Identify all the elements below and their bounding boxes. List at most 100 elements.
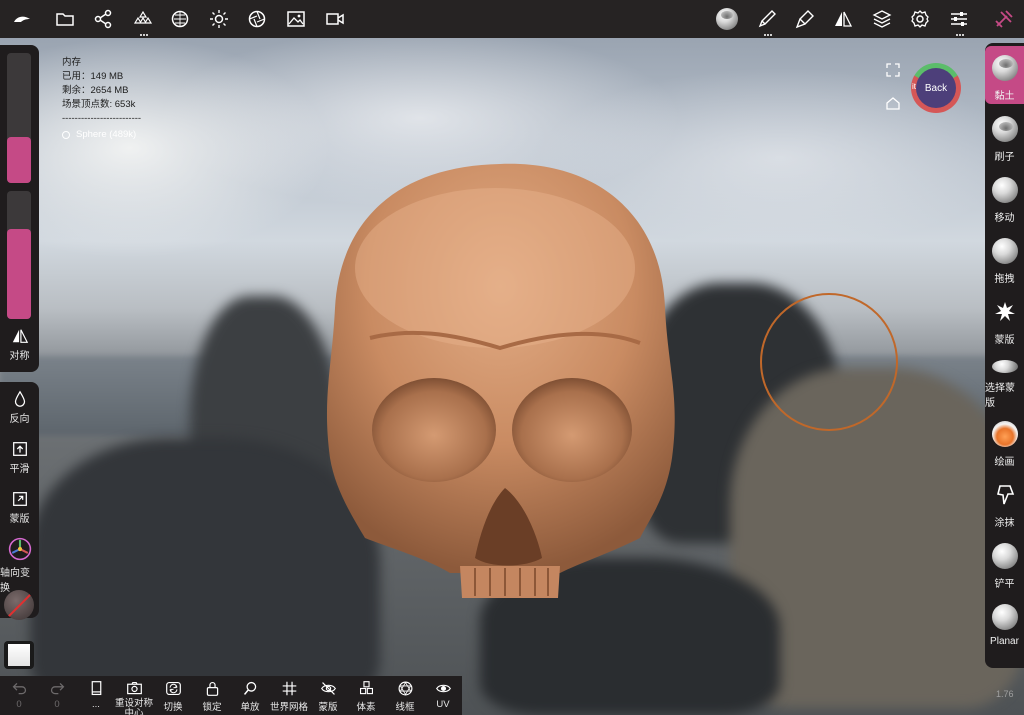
mask-button[interactable]: 蒙版 [0, 490, 39, 525]
view-gizmo[interactable]: Back it [911, 63, 961, 113]
magnifier-icon [243, 681, 256, 695]
tool-smudge[interactable]: 涂抹 [985, 473, 1024, 531]
uv-label: UV [436, 699, 450, 710]
paint-brush-icon[interactable] [755, 7, 779, 36]
primitives-icon[interactable] [131, 7, 155, 36]
wireframe-button[interactable]: 线框 [386, 680, 424, 713]
clay-brush-icon [991, 55, 1018, 81]
voxel-icon [359, 681, 373, 695]
visibility-icon[interactable] [62, 131, 70, 139]
color-swatch[interactable] [4, 641, 34, 669]
mask-visibility-button[interactable]: 蒙版 [309, 680, 347, 713]
move-brush-icon [991, 177, 1018, 203]
app-version: 1.76 [996, 689, 1014, 699]
undo-button[interactable]: 0 [0, 680, 38, 710]
brush-options-panel: 反向 平滑 蒙版 轴向变换 [0, 382, 39, 618]
skull-model[interactable] [310, 158, 690, 598]
wireframe-label: 线框 [395, 702, 415, 713]
smooth-icon [12, 442, 27, 456]
scene-graph-icon[interactable] [91, 7, 115, 31]
tool-drag[interactable]: 拖拽 [985, 229, 1024, 287]
memory-remaining: 剩余：2654 MB [62, 85, 129, 96]
lock-label: 锁定 [202, 702, 222, 713]
mesh-entry[interactable]: Sphere (489k) [62, 128, 141, 142]
sliders-icon[interactable] [947, 7, 971, 36]
tools-icon[interactable] [992, 7, 1016, 31]
tool-planar[interactable]: Planar [985, 595, 1024, 653]
mask-splat-icon [994, 302, 1015, 321]
scene-vertex-count: 场景顶点数: 653k [62, 99, 136, 110]
intensity-slider-fill [7, 229, 31, 319]
tool-clay[interactable]: 黏土 [985, 46, 1024, 104]
tool-select-mask[interactable]: 选择蒙版 [985, 351, 1024, 409]
redo-button[interactable]: 0 [38, 680, 76, 710]
video-icon[interactable] [323, 7, 347, 31]
stats-divider: ------------------------- [62, 113, 142, 124]
brush-icon [991, 116, 1018, 142]
axis-transform-button[interactable]: 轴向变换 [0, 536, 39, 594]
intensity-slider[interactable] [7, 191, 31, 319]
smooth-label: 平滑 [9, 464, 30, 475]
mesh-name: Sphere (489k) [76, 129, 137, 140]
isolate-button[interactable]: 单放 [231, 680, 269, 713]
axis-gizmo-icon [8, 537, 31, 561]
tool-label: 涂抹 [994, 518, 1015, 529]
uv-button[interactable]: UV [424, 680, 462, 710]
undo-count: 0 [16, 699, 22, 710]
reset-symmetry-button[interactable]: 重设对称中心 [115, 680, 153, 715]
stroke-settings-icon[interactable] [793, 7, 817, 31]
image-icon[interactable] [284, 7, 308, 31]
world-grid-button[interactable]: 世界网格 [270, 680, 308, 713]
camera-icon [126, 681, 142, 695]
fullscreen-icon[interactable] [886, 63, 900, 77]
switch-button[interactable]: 切换 [154, 680, 192, 713]
lock-button[interactable]: 锁定 [193, 680, 231, 713]
tool-label: 蒙版 [994, 335, 1015, 346]
settings-gear-icon[interactable] [908, 7, 932, 31]
memory-title: 内存 [62, 57, 82, 68]
tool-mask[interactable]: 蒙版 [985, 290, 1024, 348]
material-sphere-icon[interactable] [168, 7, 192, 31]
invert-button[interactable]: 反向 [0, 390, 39, 425]
symmetry-icon[interactable] [831, 7, 855, 31]
tool-label: 黏土 [994, 91, 1015, 102]
isolate-label: 单放 [240, 702, 260, 713]
tool-brush[interactable]: 刷子 [985, 107, 1024, 165]
tool-paint[interactable]: 绘画 [985, 412, 1024, 470]
layers-icon[interactable] [870, 7, 894, 31]
symmetry-toggle-button[interactable]: 对称 [0, 327, 39, 362]
drag-brush-icon [991, 238, 1018, 264]
mask-icon [12, 492, 27, 506]
tool-label: 拖拽 [994, 274, 1015, 285]
home-icon[interactable] [886, 97, 900, 110]
more-dots [764, 34, 772, 36]
grid-icon [282, 681, 296, 696]
folder-icon[interactable] [53, 7, 77, 31]
planar-brush-icon [991, 604, 1018, 630]
tool-label: 刷子 [994, 152, 1015, 163]
more-dots [956, 34, 964, 36]
voxel-label: 体素 [356, 702, 376, 713]
brush-sliders-panel: 对称 [0, 45, 39, 372]
history-button[interactable]: ... [77, 680, 115, 710]
paint-brush-icon [991, 421, 1018, 447]
material-swatch[interactable] [4, 590, 34, 620]
history-icon [91, 681, 101, 696]
symmetry-icon [12, 329, 28, 343]
tool-flatten[interactable]: 铲平 [985, 534, 1024, 592]
logo-icon[interactable] [10, 7, 34, 31]
light-icon[interactable] [207, 7, 231, 31]
gizmo-face[interactable]: Back [916, 68, 956, 108]
tool-label: 选择蒙版 [985, 383, 1015, 409]
camera-aperture-icon[interactable] [245, 7, 269, 31]
3d-viewport[interactable] [0, 38, 1024, 715]
radius-slider-fill [7, 137, 31, 183]
voxel-button[interactable]: 体素 [347, 680, 385, 713]
material-ball-icon[interactable] [715, 7, 739, 31]
tool-label: 移动 [994, 213, 1015, 224]
radius-slider[interactable] [7, 53, 31, 183]
memory-used: 已用：149 MB [62, 71, 124, 82]
world-grid-label: 世界网格 [270, 702, 309, 713]
smooth-button[interactable]: 平滑 [0, 440, 39, 475]
tool-move[interactable]: 移动 [985, 168, 1024, 226]
